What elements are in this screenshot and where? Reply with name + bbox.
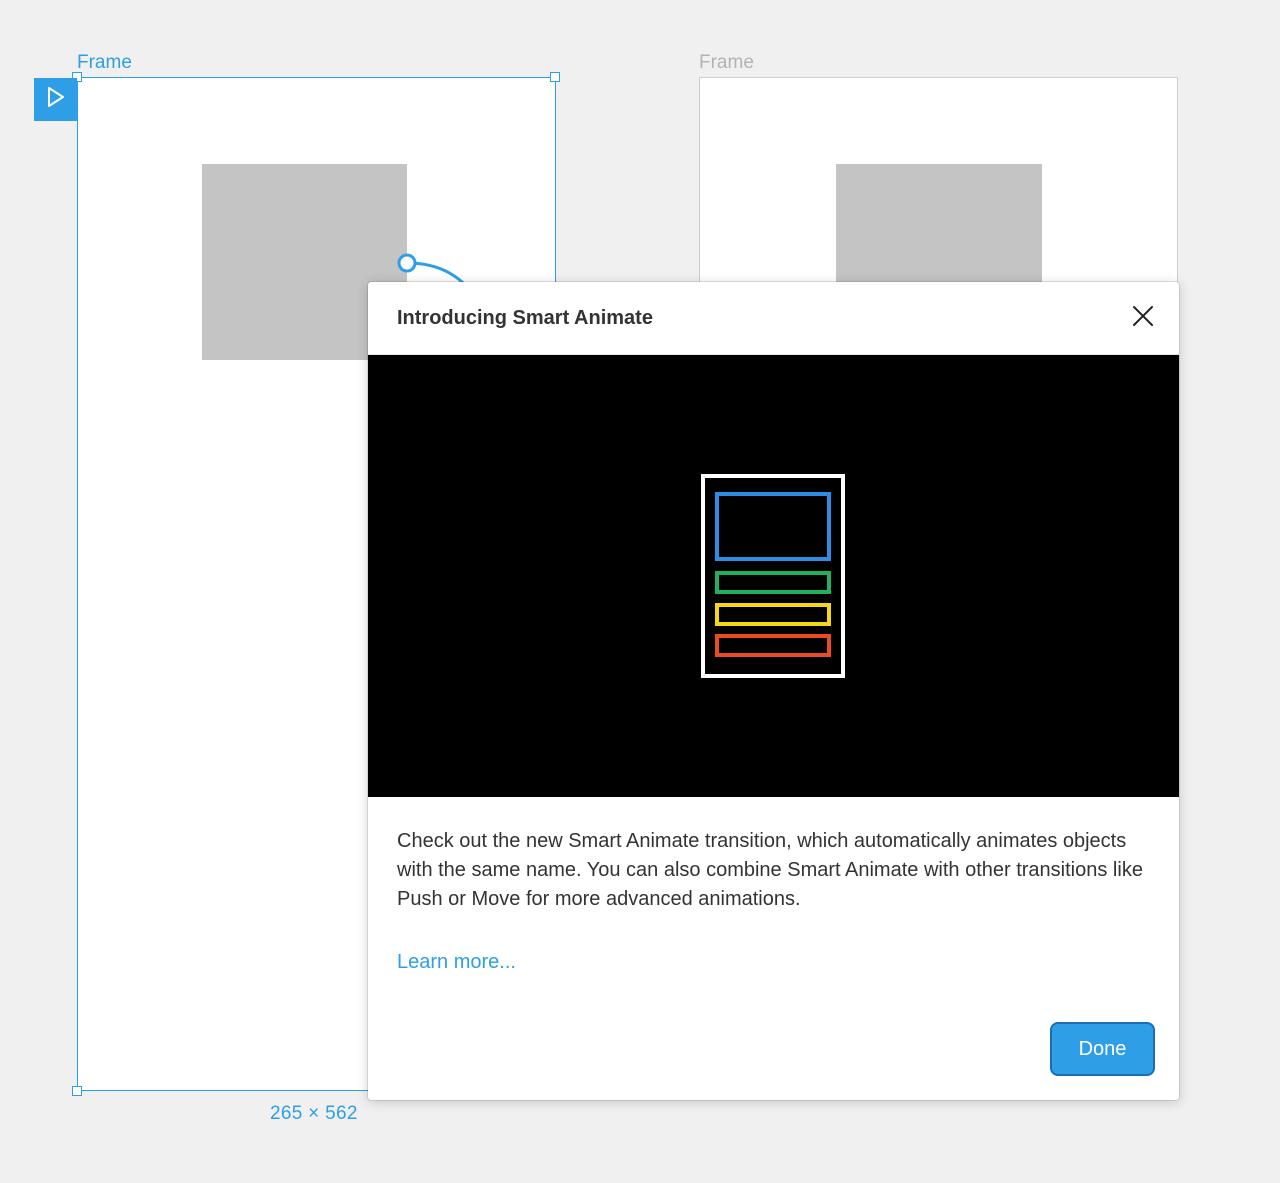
- prototype-start-button[interactable]: [34, 78, 77, 121]
- dialog-header: Introducing Smart Animate: [368, 282, 1179, 355]
- dialog-illustration-area: [368, 355, 1179, 797]
- illustration-green-bar: [715, 571, 831, 594]
- illustration-blue-block: [715, 492, 831, 561]
- learn-more-link[interactable]: Learn more...: [397, 950, 516, 974]
- done-button[interactable]: Done: [1050, 1022, 1155, 1076]
- dialog-description: Check out the new Smart Animate transiti…: [397, 830, 1143, 910]
- dialog-title: Introducing Smart Animate: [397, 307, 653, 329]
- resize-handle-top-right[interactable]: [550, 72, 560, 82]
- illustration-yellow-bar: [715, 603, 831, 626]
- close-icon: [1131, 304, 1155, 333]
- resize-handle-bottom-left[interactable]: [72, 1086, 82, 1096]
- frame-label[interactable]: Frame: [77, 52, 132, 74]
- connection-node[interactable]: [397, 253, 417, 273]
- play-icon: [46, 86, 66, 113]
- phone-outline: [701, 474, 845, 678]
- close-button[interactable]: [1127, 302, 1159, 334]
- smart-animate-dialog: Introducing Smart Animate Check out the …: [368, 282, 1179, 1100]
- frame-label[interactable]: Frame: [699, 52, 754, 74]
- rectangle-layer[interactable]: [836, 164, 1042, 294]
- smart-animate-illustration: [701, 474, 845, 678]
- frame-size-label: 265 × 562: [270, 1103, 358, 1124]
- illustration-red-bar: [715, 634, 831, 657]
